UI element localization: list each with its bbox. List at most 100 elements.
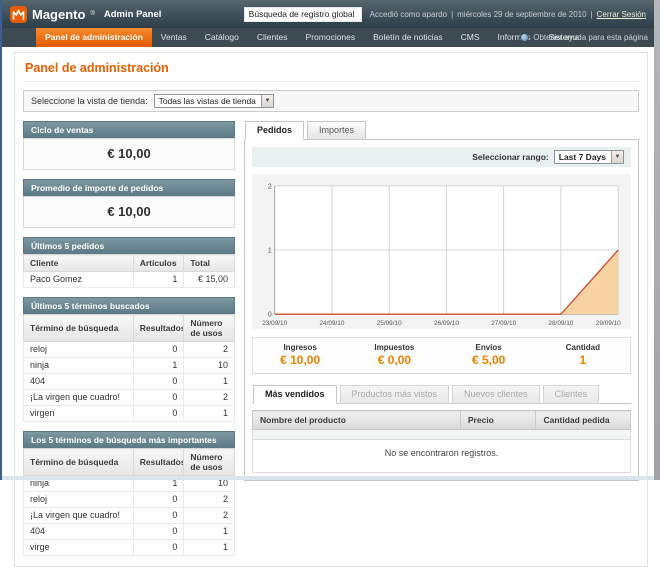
- table-row[interactable]: 404 0 1: [24, 374, 235, 390]
- title-divider: [23, 81, 639, 82]
- tab-orders[interactable]: Pedidos: [245, 121, 304, 140]
- get-help-label: Obtener ayuda para esta página: [533, 33, 648, 42]
- products-tabs: Más vendidos Productos más vistos Nuevos…: [252, 385, 631, 404]
- nav-item-promotions[interactable]: Promociones: [297, 28, 365, 47]
- current-date-text: miércoles 29 de septiembre de 2010: [457, 10, 586, 19]
- svg-text:24/09/10: 24/09/10: [319, 320, 344, 327]
- magento-logo: Magento ® Admin Panel: [10, 6, 161, 23]
- store-view-select[interactable]: Todas las vistas de tienda ▼: [154, 94, 274, 108]
- svg-text:25/09/10: 25/09/10: [377, 320, 402, 327]
- svg-text:28/09/10: 28/09/10: [548, 320, 573, 327]
- table-row[interactable]: reloj 0 2: [24, 342, 235, 358]
- col-header: Número de usos: [184, 315, 235, 342]
- logged-in-as-text: Accedió como apardo: [370, 10, 447, 19]
- chevron-down-icon: ▼: [611, 151, 623, 163]
- total-quantity: Cantidad 1: [536, 343, 630, 367]
- orders-amounts-tabs: Pedidos Importes: [244, 121, 639, 140]
- totals-bar: Ingresos € 10,00 Impuestos € 0,00 Envíos…: [252, 337, 631, 374]
- logo-admin-panel-text: Admin Panel: [104, 9, 162, 20]
- magento-logo-icon: [10, 6, 27, 23]
- products-tabs-section: Más vendidos Productos más vistos Nuevos…: [252, 385, 631, 473]
- col-header: Cliente: [24, 255, 134, 272]
- dashboard: Ciclo de ventas € 10,00 Promedio de impo…: [23, 121, 639, 556]
- nav-item-sales[interactable]: Ventas: [152, 28, 196, 47]
- dashboard-right-column: Pedidos Importes Seleccionar rango: Last…: [244, 121, 639, 481]
- svg-text:2: 2: [268, 183, 272, 190]
- table-row[interactable]: Paco Gomez 1 € 15,00: [24, 272, 235, 288]
- svg-text:29/09/10: 29/09/10: [596, 320, 621, 327]
- orders-chart-container: 01223/09/1024/09/1025/09/1026/09/1027/09…: [252, 174, 631, 329]
- dashboard-left-column: Ciclo de ventas € 10,00 Promedio de impo…: [23, 121, 235, 556]
- logo-brand-text: Magento: [32, 7, 85, 22]
- store-view-switcher: Seleccione la vista de tienda: Todas las…: [23, 90, 639, 112]
- get-help-link[interactable]: Obtener ayuda para esta página: [520, 28, 648, 47]
- nav-item-newsletter[interactable]: Boletín de noticias: [364, 28, 451, 47]
- last-orders-table: Cliente Artículos Total Paco Gomez 1 € 1…: [23, 254, 235, 288]
- col-header: Nombre del producto: [253, 411, 461, 430]
- orders-area-chart: 01223/09/1024/09/1025/09/1026/09/1027/09…: [256, 178, 627, 328]
- range-label: Seleccionar rango:: [472, 152, 549, 162]
- tab-customers[interactable]: Clientes: [543, 385, 600, 404]
- grid-empty-message: No se encontraron registros.: [253, 440, 631, 473]
- tab-most-viewed[interactable]: Productos más vistos: [340, 385, 450, 404]
- main-nav: Panel de administración Ventas Catálogo …: [2, 28, 654, 47]
- svg-text:0: 0: [268, 312, 272, 319]
- col-header: Resultados: [133, 449, 184, 476]
- lifetime-sales-value: € 10,00: [23, 138, 235, 170]
- svg-text:27/09/10: 27/09/10: [491, 320, 516, 327]
- window-left-edge: [0, 0, 2, 480]
- table-row[interactable]: 404 0 1: [24, 524, 235, 540]
- orders-tab-panel: Seleccionar rango: Last 7 Days ▼ 01223/0…: [244, 140, 639, 481]
- total-tax: Impuestos € 0,00: [347, 343, 441, 367]
- logout-link[interactable]: Cerrar Sesión: [597, 10, 646, 19]
- global-search-input[interactable]: [244, 7, 362, 22]
- table-row[interactable]: reloj 0 2: [24, 492, 235, 508]
- widget-title: Últimos 5 pedidos: [23, 237, 235, 254]
- widget-title: Promedio de importe de pedidos: [23, 179, 235, 196]
- nav-item-catalog[interactable]: Catálogo: [196, 28, 248, 47]
- range-selector-bar: Seleccionar rango: Last 7 Days ▼: [252, 147, 631, 167]
- table-row[interactable]: ¡La virgen que cuadro! 0 2: [24, 508, 235, 524]
- col-header: Cantidad pedida: [536, 411, 631, 430]
- col-header: Término de búsqueda: [24, 449, 134, 476]
- last-orders-widget: Últimos 5 pedidos Cliente Artículos Tota…: [23, 237, 235, 288]
- table-row[interactable]: ¡La virgen que cuadro! 0 2: [24, 390, 235, 406]
- total-revenue: Ingresos € 10,00: [253, 343, 347, 367]
- total-shipping: Envíos € 5,00: [442, 343, 536, 367]
- col-header: Precio: [460, 411, 536, 430]
- tab-best-sellers[interactable]: Más vendidos: [253, 385, 337, 404]
- app-header: Magento ® Admin Panel Accedió como apard…: [2, 0, 654, 28]
- help-globe-icon: [520, 33, 529, 42]
- tab-new-customers[interactable]: Nuevos clientes: [452, 385, 540, 404]
- grid-stripe-row: [253, 430, 631, 440]
- table-row[interactable]: virge 0 1: [24, 540, 235, 556]
- meta-separator: |: [591, 10, 593, 19]
- window-bottom-edge: [2, 476, 654, 480]
- chevron-down-icon: ▼: [261, 95, 273, 107]
- window-right-edge: [654, 0, 660, 480]
- nav-item-cms[interactable]: CMS: [452, 28, 489, 47]
- last-search-terms-table: Término de búsqueda Resultados Número de…: [23, 314, 235, 422]
- col-header: Número de usos: [184, 449, 235, 476]
- logo-trademark: ®: [90, 11, 94, 17]
- content-area: Panel de administración Seleccione la vi…: [14, 52, 648, 567]
- svg-text:23/09/10: 23/09/10: [262, 320, 287, 327]
- store-view-label: Seleccione la vista de tienda:: [31, 96, 148, 106]
- best-sellers-grid: Nombre del producto Precio Cantidad pedi…: [252, 410, 631, 473]
- col-header: Artículos: [133, 255, 184, 272]
- table-row[interactable]: ninja 1 10: [24, 358, 235, 374]
- widget-title: Ciclo de ventas: [23, 121, 235, 138]
- col-header: Resultados: [133, 315, 184, 342]
- nav-item-dashboard[interactable]: Panel de administración: [36, 28, 152, 47]
- top-search-terms-table: Término de búsqueda Resultados Número de…: [23, 448, 235, 556]
- range-select[interactable]: Last 7 Days ▼: [554, 150, 624, 164]
- tab-amounts[interactable]: Importes: [307, 121, 366, 140]
- meta-separator: |: [451, 10, 453, 19]
- svg-text:26/09/10: 26/09/10: [434, 320, 459, 327]
- page-title: Panel de administración: [25, 61, 639, 75]
- nav-item-customers[interactable]: Clientes: [248, 28, 297, 47]
- header-user-meta: Accedió como apardo | miércoles 29 de se…: [370, 10, 646, 19]
- table-row[interactable]: virgen 0 1: [24, 406, 235, 422]
- col-header: Total: [184, 255, 235, 272]
- widget-title: Los 5 términos de búsqueda más important…: [23, 431, 235, 448]
